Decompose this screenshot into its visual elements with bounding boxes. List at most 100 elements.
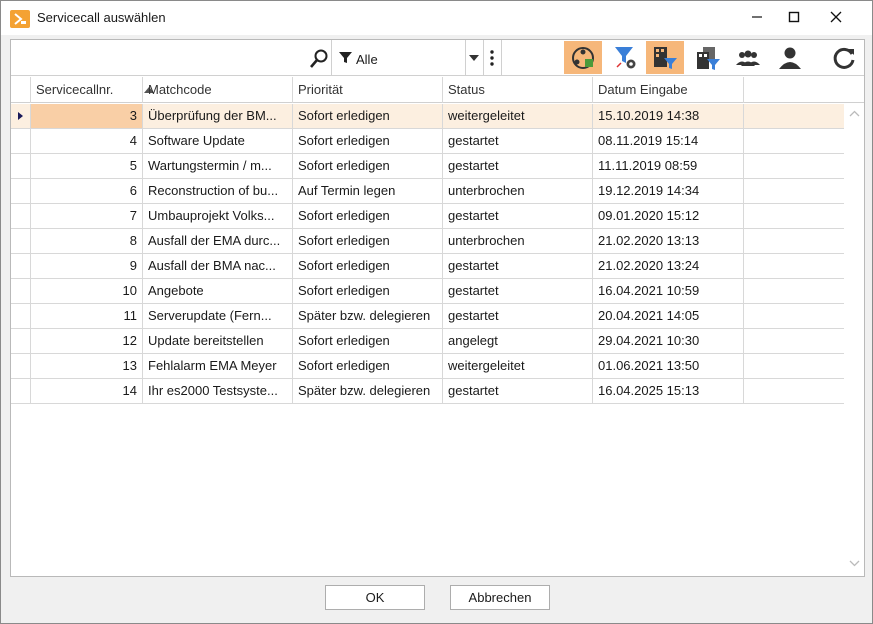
vertical-scrollbar[interactable] bbox=[846, 104, 863, 576]
cancel-button[interactable]: Abbrechen bbox=[450, 585, 550, 610]
cell-matchcode: Update bereitstellen bbox=[143, 329, 293, 353]
cell-prioritaet: Sofort erledigen bbox=[293, 279, 443, 303]
column-header-datum[interactable]: Datum Eingabe bbox=[593, 77, 744, 103]
cell-nr: 4 bbox=[31, 129, 143, 153]
building-filter-button[interactable] bbox=[646, 41, 684, 74]
row-indicator bbox=[11, 204, 31, 228]
row-indicator bbox=[11, 129, 31, 153]
row-indicator bbox=[11, 304, 31, 328]
cell-prioritaet: Sofort erledigen bbox=[293, 104, 443, 128]
table-row[interactable]: 9 Ausfall der BMA nac... Sofort erledige… bbox=[11, 254, 844, 279]
current-row-icon bbox=[18, 112, 23, 120]
close-button[interactable] bbox=[813, 1, 859, 33]
cell-datum: 21.02.2020 13:13 bbox=[593, 229, 744, 253]
cell-nr: 3 bbox=[31, 104, 143, 128]
table-row[interactable]: 11 Serverupdate (Fern... Später bzw. del… bbox=[11, 304, 844, 329]
cell-nr: 11 bbox=[31, 304, 143, 328]
toolbar-separator bbox=[501, 40, 502, 75]
column-header-row: Servicecallnr. Matchcode Priorität Statu… bbox=[11, 77, 864, 103]
org-chart-button[interactable] bbox=[564, 41, 602, 74]
row-indicator bbox=[11, 179, 31, 203]
refresh-icon bbox=[833, 47, 855, 69]
cell-matchcode: Fehlalarm EMA Meyer bbox=[143, 354, 293, 378]
table-row[interactable]: 10 Angebote Sofort erledigen gestartet 1… bbox=[11, 279, 844, 304]
cell-matchcode: Serverupdate (Fern... bbox=[143, 304, 293, 328]
column-header-prioritaet[interactable]: Priorität bbox=[293, 77, 443, 103]
cell-nr: 9 bbox=[31, 254, 143, 278]
cell-status: gestartet bbox=[443, 204, 593, 228]
row-indicator bbox=[11, 154, 31, 178]
filter-dropdown-arrow[interactable] bbox=[465, 43, 483, 73]
cell-matchcode: Angebote bbox=[143, 279, 293, 303]
table-row[interactable]: 12 Update bereitstellen Sofort erledigen… bbox=[11, 329, 844, 354]
cell-prioritaet: Auf Termin legen bbox=[293, 179, 443, 203]
group-button[interactable] bbox=[729, 41, 767, 74]
column-header-servicecallnr[interactable]: Servicecallnr. bbox=[31, 77, 154, 103]
table-body: 3 Überprüfung der BM... Sofort erledigen… bbox=[11, 104, 844, 404]
table-row[interactable]: 7 Umbauprojekt Volks... Sofort erledigen… bbox=[11, 204, 844, 229]
search-icon[interactable] bbox=[308, 48, 330, 70]
cell-datum: 15.10.2019 14:38 bbox=[593, 104, 744, 128]
more-vertical-icon bbox=[490, 50, 494, 66]
table-row[interactable]: 14 Ihr es2000 Testsyste... Später bzw. d… bbox=[11, 379, 844, 404]
cell-status: angelegt bbox=[443, 329, 593, 353]
refresh-button[interactable] bbox=[825, 41, 863, 74]
cell-nr: 5 bbox=[31, 154, 143, 178]
cell-datum: 09.01.2020 15:12 bbox=[593, 204, 744, 228]
table-row[interactable]: 4 Software Update Sofort erledigen gesta… bbox=[11, 129, 844, 154]
cell-status: gestartet bbox=[443, 129, 593, 153]
cell-datum: 20.04.2021 14:05 bbox=[593, 304, 744, 328]
cell-prioritaet: Sofort erledigen bbox=[293, 229, 443, 253]
cell-status: unterbrochen bbox=[443, 179, 593, 203]
title-bar: Servicecall auswählen bbox=[1, 1, 872, 35]
maximize-button[interactable] bbox=[771, 1, 817, 33]
cell-status: gestartet bbox=[443, 304, 593, 328]
cell-nr: 10 bbox=[31, 279, 143, 303]
cell-prioritaet: Später bzw. delegieren bbox=[293, 304, 443, 328]
scroll-down-icon[interactable] bbox=[849, 560, 860, 567]
cell-matchcode: Umbauprojekt Volks... bbox=[143, 204, 293, 228]
grid-toolbar: Alle bbox=[11, 40, 864, 76]
cell-datum: 08.11.2019 15:14 bbox=[593, 129, 744, 153]
row-indicator bbox=[11, 254, 31, 278]
column-header-matchcode[interactable]: Matchcode bbox=[143, 77, 293, 103]
cell-datum: 19.12.2019 14:34 bbox=[593, 179, 744, 203]
cell-prioritaet: Sofort erledigen bbox=[293, 329, 443, 353]
buildings-filter-button[interactable] bbox=[689, 41, 727, 74]
filter-settings-button[interactable] bbox=[607, 41, 645, 74]
table-row[interactable]: 6 Reconstruction of bu... Auf Termin leg… bbox=[11, 179, 844, 204]
scroll-up-icon[interactable] bbox=[849, 110, 860, 117]
filter-settings-icon bbox=[615, 46, 636, 68]
table-row[interactable]: 5 Wartungstermin / m... Sofort erledigen… bbox=[11, 154, 844, 179]
table-row[interactable]: 8 Ausfall der EMA durc... Sofort erledig… bbox=[11, 229, 844, 254]
cell-matchcode: Wartungstermin / m... bbox=[143, 154, 293, 178]
filter-dropdown[interactable]: Alle bbox=[331, 42, 465, 73]
cell-status: unterbrochen bbox=[443, 229, 593, 253]
user-button[interactable] bbox=[771, 41, 809, 74]
column-header-status[interactable]: Status bbox=[443, 77, 593, 103]
column-header-label: Servicecallnr. bbox=[36, 82, 114, 97]
table-row[interactable]: 3 Überprüfung der BM... Sofort erledigen… bbox=[11, 104, 844, 129]
dialog-window: Servicecall auswählen Alle Servicecallnr… bbox=[0, 0, 873, 624]
more-options-button[interactable] bbox=[483, 43, 501, 73]
cell-nr: 12 bbox=[31, 329, 143, 353]
table-row[interactable]: 13 Fehlalarm EMA Meyer Sofort erledigen … bbox=[11, 354, 844, 379]
group-icon bbox=[736, 50, 760, 66]
cell-nr: 8 bbox=[31, 229, 143, 253]
cell-datum: 01.06.2021 13:50 bbox=[593, 354, 744, 378]
filter-value: Alle bbox=[356, 52, 378, 67]
user-icon bbox=[779, 47, 801, 69]
cell-prioritaet: Sofort erledigen bbox=[293, 129, 443, 153]
cell-nr: 14 bbox=[31, 379, 143, 403]
cell-datum: 16.04.2025 15:13 bbox=[593, 379, 744, 403]
row-indicator bbox=[11, 104, 31, 128]
chevron-down-icon bbox=[469, 55, 479, 61]
cell-matchcode: Überprüfung der BM... bbox=[143, 104, 293, 128]
cell-matchcode: Software Update bbox=[143, 129, 293, 153]
cell-matchcode: Ausfall der BMA nac... bbox=[143, 254, 293, 278]
ok-button[interactable]: OK bbox=[325, 585, 425, 610]
cell-nr: 6 bbox=[31, 179, 143, 203]
row-indicator bbox=[11, 279, 31, 303]
row-indicator-header bbox=[11, 77, 31, 103]
row-indicator bbox=[11, 229, 31, 253]
